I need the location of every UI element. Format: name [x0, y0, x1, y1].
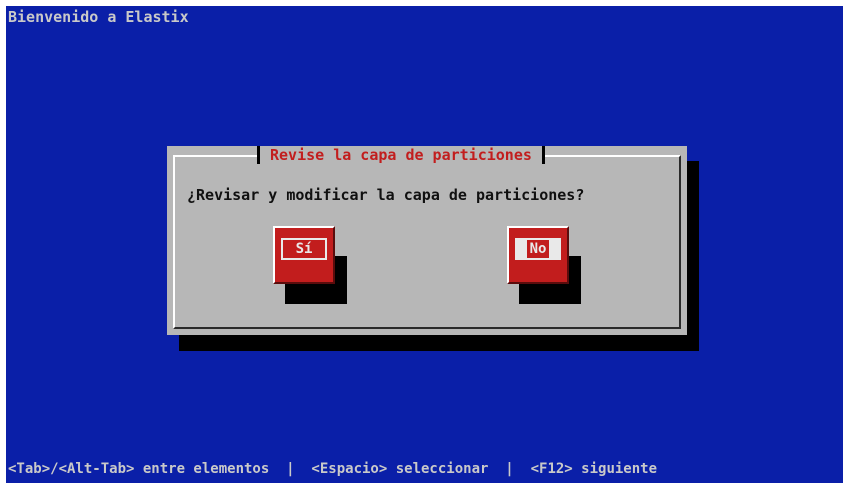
- yes-button-label: Sí: [281, 238, 327, 260]
- dialog-title: Revise la capa de particiones: [257, 146, 545, 164]
- yes-button[interactable]: Sí: [273, 226, 335, 284]
- dialog-frame: [173, 155, 681, 329]
- dialog-question: ¿Revisar y modificar la capa de particio…: [187, 186, 585, 204]
- no-button-label: No: [526, 240, 550, 258]
- no-button[interactable]: No: [507, 226, 569, 284]
- installer-screen: Bienvenido a Elastix Revise la capa de p…: [6, 6, 843, 483]
- no-button-label-frame: No: [515, 238, 561, 260]
- keyboard-help-bar: <Tab>/<Alt-Tab> entre elementos | <Espac…: [8, 461, 658, 477]
- root-window-title: Bienvenido a Elastix: [8, 8, 189, 26]
- partition-review-dialog: Revise la capa de particiones ¿Revisar y…: [167, 146, 687, 335]
